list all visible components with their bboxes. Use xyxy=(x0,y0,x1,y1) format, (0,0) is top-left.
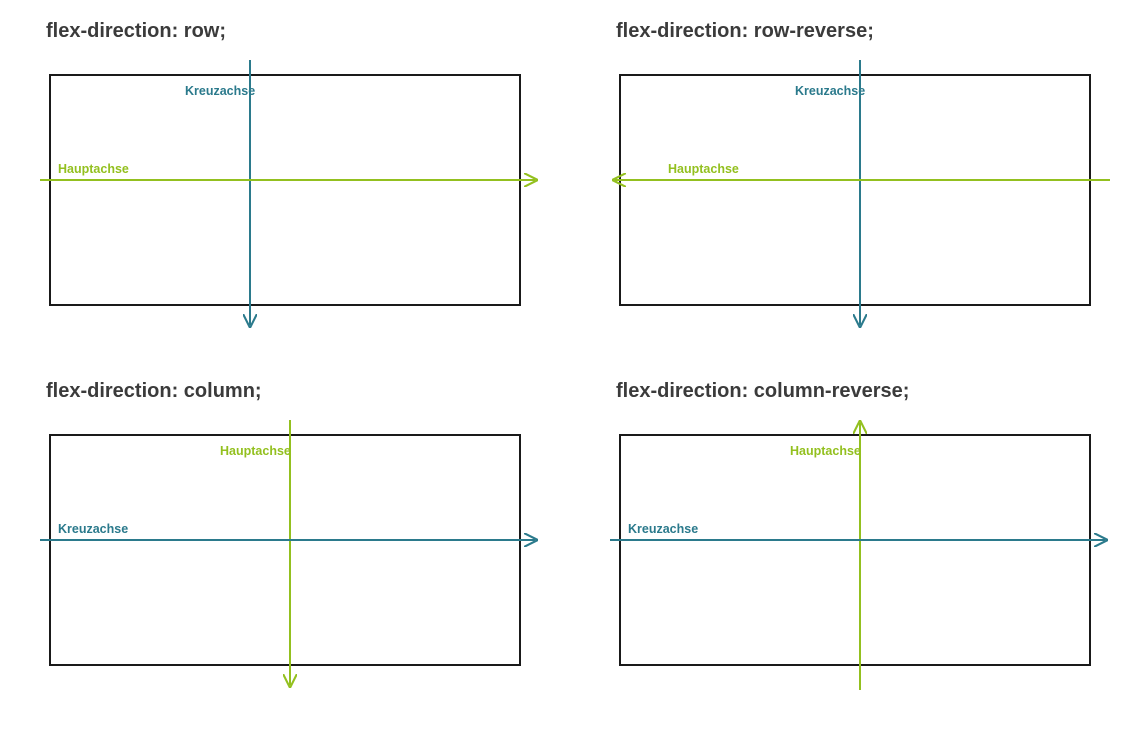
main-axis-label: Hauptachse xyxy=(790,444,861,458)
cross-axis-label: Kreuzachse xyxy=(795,84,865,98)
panel-title-row-reverse: flex-direction: row-reverse; xyxy=(616,20,1110,43)
panel-title-row: flex-direction: row; xyxy=(46,20,540,43)
main-axis-label: Hauptachse xyxy=(58,162,129,176)
flex-container-box xyxy=(50,435,520,665)
cross-axis-label: Kreuzachse xyxy=(628,522,698,536)
cross-axis-label: Kreuzachse xyxy=(58,522,128,536)
diagram-row-reverse: Kreuzachse Hauptachse xyxy=(610,55,1110,335)
panel-flex-row-reverse: flex-direction: row-reverse; Kreuzachse … xyxy=(610,20,1110,340)
cross-axis-label: Kreuzachse xyxy=(185,84,255,98)
diagram-column-reverse: Hauptachse Kreuzachse xyxy=(610,415,1110,695)
main-axis-label: Hauptachse xyxy=(220,444,291,458)
panel-title-column: flex-direction: column; xyxy=(46,380,540,403)
flex-container-box xyxy=(620,435,1090,665)
panel-flex-column: flex-direction: column; Hauptachse Kreuz… xyxy=(40,380,540,700)
panel-flex-row: flex-direction: row; Kreuzachse Hauptach… xyxy=(40,20,540,340)
flex-container-box xyxy=(50,75,520,305)
diagram-row: Kreuzachse Hauptachse xyxy=(40,55,540,335)
main-axis-label: Hauptachse xyxy=(668,162,739,176)
panel-title-column-reverse: flex-direction: column-reverse; xyxy=(616,380,1110,403)
diagram-column: Hauptachse Kreuzachse xyxy=(40,415,540,695)
flex-container-box xyxy=(620,75,1090,305)
panel-flex-column-reverse: flex-direction: column-reverse; Hauptach… xyxy=(610,380,1110,700)
